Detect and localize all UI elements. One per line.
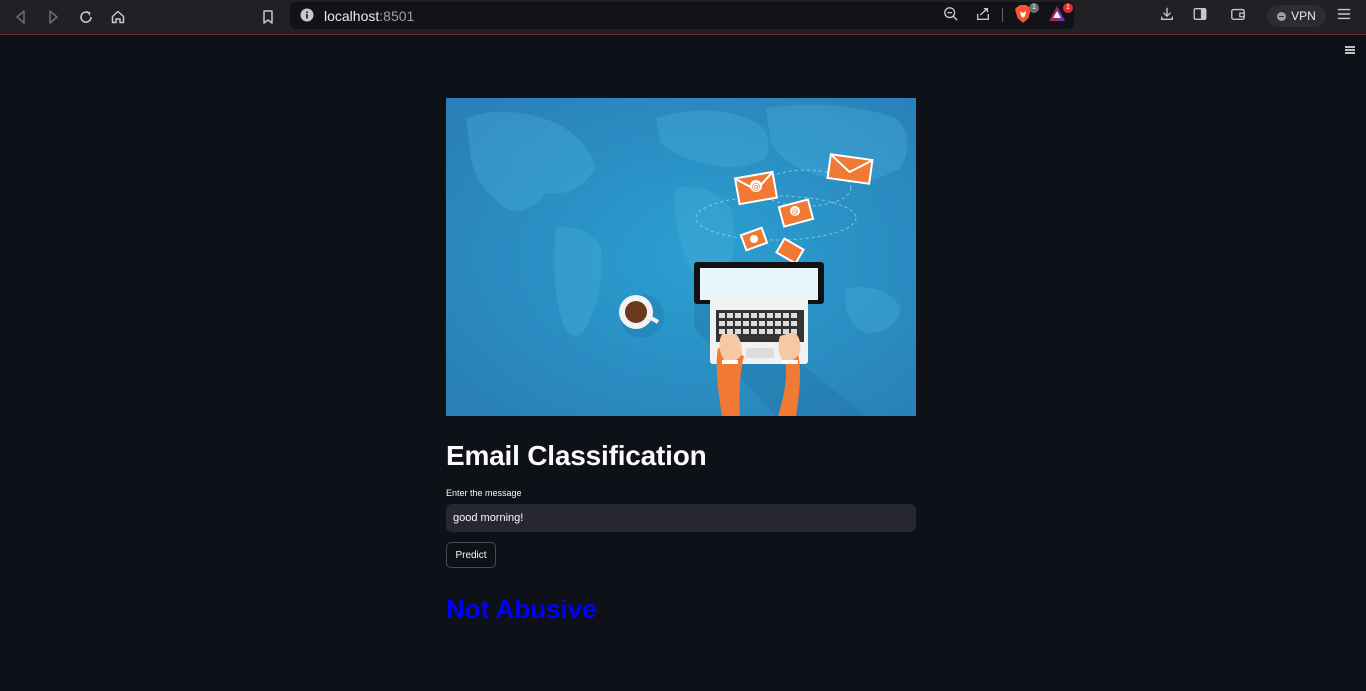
zoom-out-icon (944, 7, 958, 21)
browser-toolbar: localhost:8501 1 1 VPN (0, 0, 1366, 35)
vpn-status-icon (1277, 11, 1287, 21)
vpn-button[interactable]: VPN (1267, 5, 1326, 27)
url-host: localhost (324, 8, 380, 24)
brave-shields-button[interactable]: 1 (1013, 3, 1039, 24)
site-info-icon[interactable] (300, 8, 314, 22)
predict-button[interactable]: Predict (446, 542, 496, 568)
reload-button[interactable] (74, 5, 98, 29)
message-input[interactable] (446, 504, 916, 532)
browser-menu-button[interactable] (1335, 5, 1353, 23)
wallet-icon (1231, 8, 1245, 20)
vpn-label: VPN (1291, 9, 1316, 23)
downloads-button[interactable] (1158, 5, 1176, 23)
back-arrow-icon (16, 10, 25, 24)
home-icon (111, 10, 125, 24)
wallet-button[interactable] (1229, 5, 1247, 23)
page-title: Email Classification (446, 440, 707, 471)
back-button[interactable] (9, 5, 33, 29)
share-icon (977, 8, 989, 20)
app-menu-icon (1345, 46, 1355, 54)
message-input-label: Enter the message (446, 488, 522, 498)
share-button[interactable] (974, 5, 992, 23)
app-main-menu-button[interactable] (1342, 43, 1358, 57)
sidebar-icon (1193, 8, 1207, 20)
forward-arrow-icon (49, 10, 58, 24)
svg-text:@: @ (752, 182, 761, 192)
reload-icon (80, 11, 92, 23)
prediction-result: Not Abusive (446, 594, 597, 624)
forward-button[interactable] (41, 5, 65, 29)
zoom-button[interactable] (942, 5, 960, 23)
home-button[interactable] (106, 5, 130, 29)
bookmark-button[interactable] (256, 5, 280, 29)
url-text: localhost:8501 (324, 8, 414, 24)
laptop-email-illustration: @ @ (446, 98, 916, 416)
sidebar-button[interactable] (1191, 5, 1209, 23)
toolbar-divider (0, 34, 1366, 35)
shields-count-badge: 1 (1029, 3, 1039, 13)
bookmark-icon (263, 10, 273, 24)
svg-text:@: @ (792, 208, 799, 216)
hero-illustration: @ @ (446, 98, 916, 416)
download-icon (1161, 7, 1173, 20)
hamburger-menu-icon (1337, 8, 1351, 20)
rewards-count-badge: 1 (1063, 3, 1073, 13)
url-port: :8501 (379, 8, 415, 24)
brave-rewards-button[interactable]: 1 (1047, 3, 1073, 24)
url-divider (1002, 8, 1003, 22)
